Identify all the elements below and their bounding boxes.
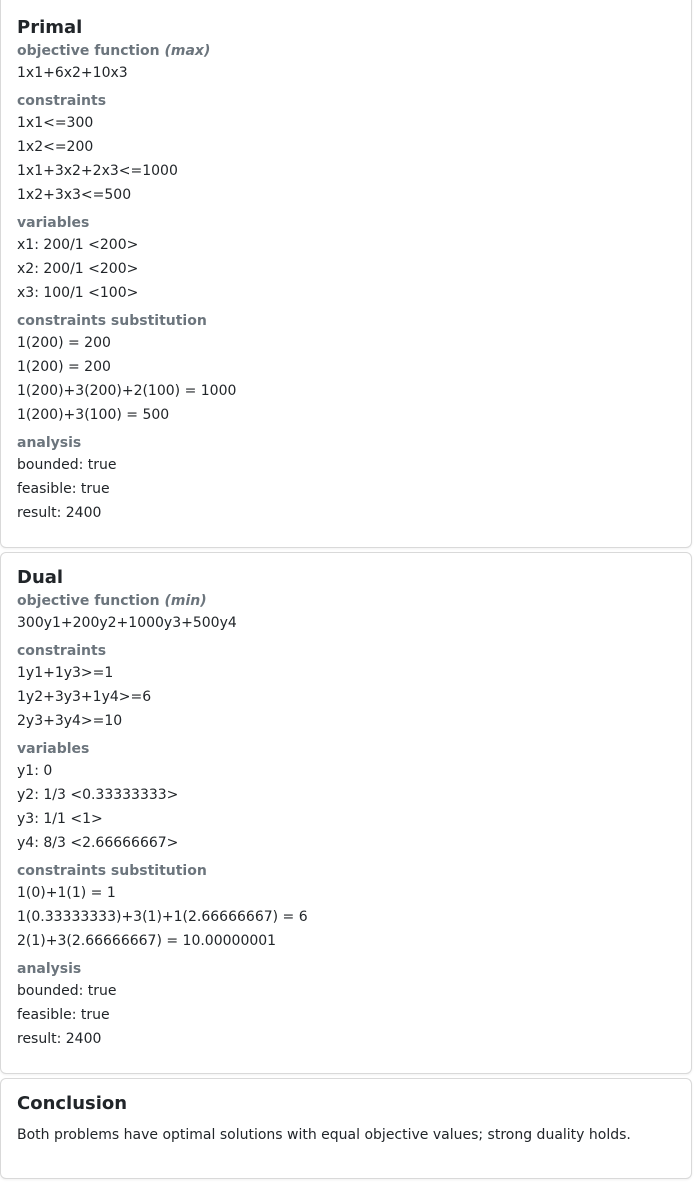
dual-constraint: 1y1+1y3>=1 [17, 665, 114, 681]
dual-variable: y1: 0 [17, 763, 53, 779]
primal-analysis-label: analysis [17, 435, 82, 451]
dual-objective: 300y1+200y2+1000y3+500y4 [17, 615, 237, 631]
primal-title: Primal [17, 17, 83, 38]
primal-substitution-label: constraints substitution [17, 313, 207, 329]
dual-substitution: 1(0.33333333)+3(1)+1(2.66666667) = 6 [17, 909, 308, 925]
primal-analysis-result: result: 2400 [17, 505, 102, 521]
primal-objective: 1x1+6x2+10x3 [17, 65, 128, 81]
conclusion-text: Both problems have optimal solutions wit… [17, 1127, 631, 1143]
dual-title: Dual [17, 567, 64, 588]
dual-analysis-label: analysis [17, 961, 82, 977]
primal-substitution: 1(200)+3(100) = 500 [17, 407, 170, 423]
primal-constraint: 1x1<=300 [17, 115, 94, 131]
dual-variable: y3: 1/1 <1> [17, 811, 103, 827]
primal-variable: x3: 100/1 <100> [17, 285, 139, 301]
primal-constraint: 1x1+3x2+2x3<=1000 [17, 163, 178, 179]
primal-substitution: 1(200) = 200 [17, 335, 111, 351]
dual-analysis-feasible: feasible: true [17, 1007, 110, 1023]
dual-content: Dual objective function (min) 300y1+200y… [17, 567, 683, 1051]
primal-constraints-label: constraints [17, 93, 107, 109]
dual-card: Dual objective function (min) 300y1+200y… [0, 552, 692, 1074]
dual-analysis-result: result: 2400 [17, 1031, 102, 1047]
dual-constraint: 2y3+3y4>=10 [17, 713, 123, 729]
dual-substitution: 2(1)+3(2.66666667) = 10.00000001 [17, 933, 277, 949]
dual-constraints-label: constraints [17, 643, 107, 659]
primal-objective-label: objective function (max) [17, 43, 211, 59]
dual-variables-label: variables [17, 741, 90, 757]
dual-analysis-bounded: bounded: true [17, 983, 117, 999]
dual-substitution-label: constraints substitution [17, 863, 207, 879]
primal-objective-sense: (max) [164, 43, 211, 59]
primal-analysis-feasible: feasible: true [17, 481, 110, 497]
dual-constraint: 1y2+3y3+1y4>=6 [17, 689, 152, 705]
conclusion-card: Conclusion Both problems have optimal so… [0, 1078, 692, 1179]
primal-substitution: 1(200) = 200 [17, 359, 111, 375]
conclusion-content: Conclusion Both problems have optimal so… [17, 1093, 683, 1145]
dual-objective-sense: (min) [164, 593, 207, 609]
primal-substitution: 1(200)+3(200)+2(100) = 1000 [17, 383, 237, 399]
primal-constraint: 1x2+3x3<=500 [17, 187, 132, 203]
primal-card: Primal objective function (max) 1x1+6x2+… [0, 0, 692, 548]
dual-objective-label: objective function (min) [17, 593, 207, 609]
dual-variable: y2: 1/3 <0.33333333> [17, 787, 179, 803]
dual-substitution: 1(0)+1(1) = 1 [17, 885, 116, 901]
dual-variable: y4: 8/3 <2.66666667> [17, 835, 179, 851]
primal-analysis-bounded: bounded: true [17, 457, 117, 473]
primal-variables-label: variables [17, 215, 90, 231]
primal-variable: x1: 200/1 <200> [17, 237, 139, 253]
conclusion-title: Conclusion [17, 1093, 128, 1114]
primal-content: Primal objective function (max) 1x1+6x2+… [17, 17, 683, 525]
primal-constraint: 1x2<=200 [17, 139, 94, 155]
primal-variable: x2: 200/1 <200> [17, 261, 139, 277]
